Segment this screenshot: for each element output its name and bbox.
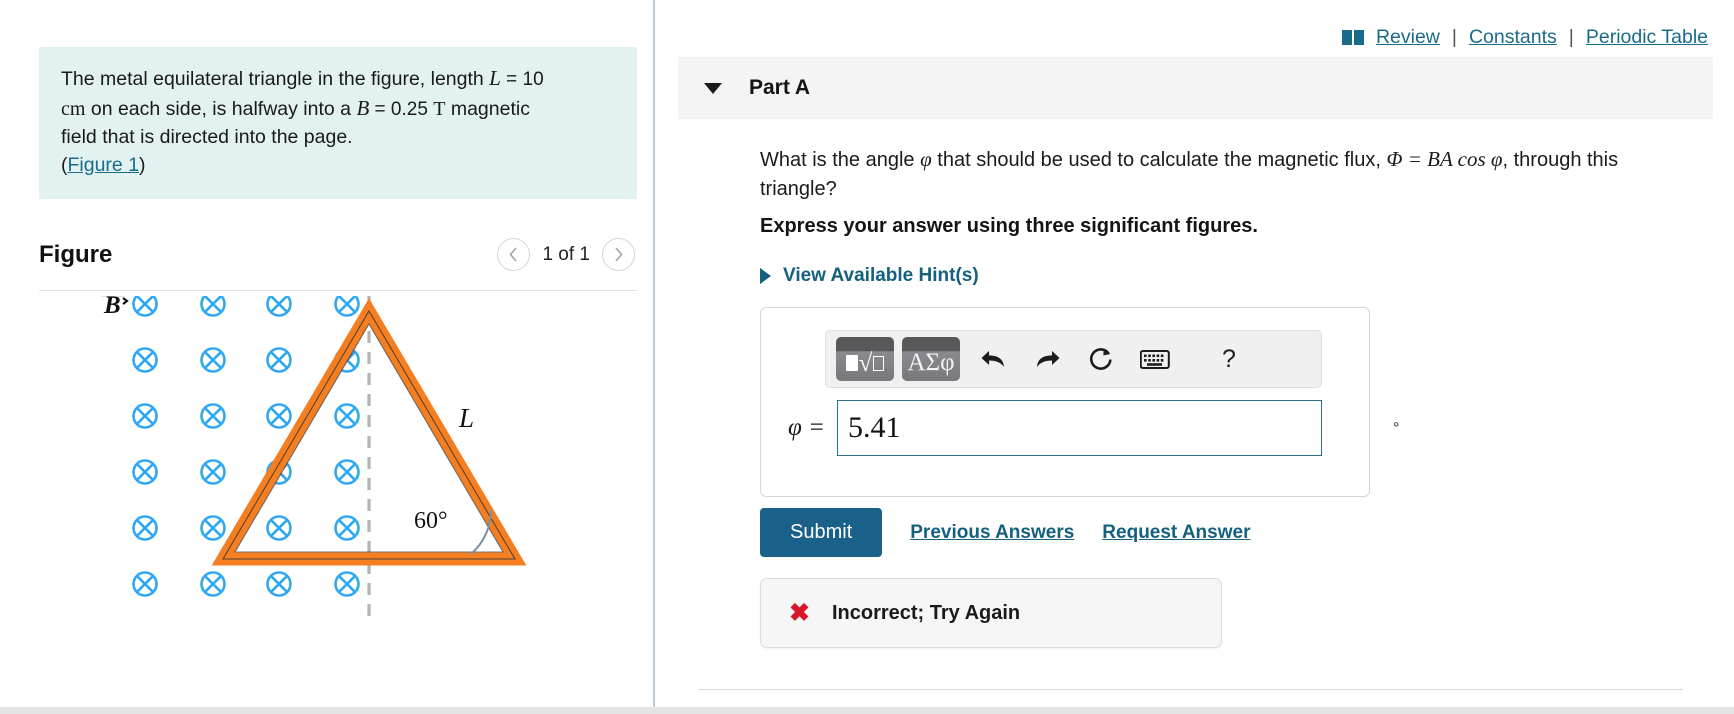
view-hints-toggle[interactable]: View Available Hint(s) bbox=[760, 265, 979, 287]
undo-icon bbox=[981, 351, 1004, 367]
link-separator-1: | bbox=[1451, 26, 1457, 48]
keyboard-button[interactable] bbox=[1128, 337, 1182, 381]
top-resource-links: Review | Constants | Periodic Table bbox=[1341, 26, 1708, 49]
answer-actions: Submit Previous Answers Request Answer bbox=[760, 508, 1250, 557]
bottom-rule bbox=[698, 689, 1683, 690]
figure-1-link[interactable]: Figure 1 bbox=[68, 154, 140, 176]
figure-header: Figure 1 of 1 bbox=[39, 238, 637, 286]
view-hints-label: View Available Hint(s) bbox=[783, 265, 979, 286]
answer-input[interactable] bbox=[837, 400, 1322, 456]
feedback-text: Incorrect; Try Again bbox=[831, 601, 1021, 624]
keyboard-icon bbox=[1140, 349, 1170, 369]
link-separator-2: | bbox=[1568, 26, 1574, 48]
greek-letters-icon: ΑΣφ bbox=[907, 348, 955, 376]
problem-text-line2b: magnetic bbox=[445, 97, 530, 120]
undo-button[interactable] bbox=[966, 337, 1020, 381]
x-cross-icon: ✖ bbox=[789, 598, 810, 627]
figure-divider bbox=[39, 290, 637, 291]
request-answer-link[interactable]: Request Answer bbox=[1102, 522, 1250, 544]
B-value: = 0.25 bbox=[369, 98, 434, 120]
phi-variable-label: φ = bbox=[788, 414, 825, 441]
redo-button[interactable] bbox=[1020, 337, 1074, 381]
book-icon bbox=[1341, 29, 1365, 46]
previous-answers-link[interactable]: Previous Answers bbox=[910, 522, 1074, 544]
magnetic-field-symbol-grid bbox=[132, 291, 360, 597]
part-a-label: Part A bbox=[749, 76, 811, 99]
answer-input-row: φ = bbox=[783, 400, 1322, 456]
review-link[interactable]: Review bbox=[1376, 26, 1440, 49]
L-value: = 10 bbox=[500, 69, 544, 90]
figure-counter: 1 of 1 bbox=[542, 243, 590, 265]
mastering-physics-problem-page: The metal equilateral triangle in the fi… bbox=[0, 0, 1734, 714]
left-pane: The metal equilateral triangle in the fi… bbox=[0, 0, 653, 708]
question-text-a: What is the angle bbox=[760, 149, 921, 171]
question-text: What is the angle φ that should be used … bbox=[760, 144, 1690, 204]
math-template-button[interactable]: √ bbox=[836, 337, 894, 381]
reset-icon bbox=[1089, 348, 1112, 370]
figure-image[interactable]: B L 60° bbox=[39, 268, 637, 656]
figure-title: Figure bbox=[39, 241, 113, 268]
figure-navigation: 1 of 1 bbox=[497, 238, 635, 271]
caret-right-icon bbox=[760, 268, 771, 284]
math-editor-toolbar: √ ΑΣφ ? bbox=[825, 330, 1322, 388]
help-icon: ? bbox=[1222, 344, 1236, 373]
bottom-strip bbox=[0, 707, 1734, 714]
caret-down-icon[interactable] bbox=[704, 82, 722, 94]
constants-link[interactable]: Constants bbox=[1469, 26, 1557, 49]
feedback-banner: ✖ Incorrect; Try Again bbox=[760, 578, 1222, 648]
phi-symbol-inline: φ bbox=[920, 147, 932, 171]
variable-L: L bbox=[489, 66, 501, 90]
flux-formula: Φ = BA cos φ bbox=[1386, 147, 1503, 171]
unit-cm: cm bbox=[61, 97, 86, 120]
help-button[interactable]: ? bbox=[1202, 337, 1256, 381]
submit-button[interactable]: Submit bbox=[760, 508, 883, 557]
side-length-label: L bbox=[458, 403, 474, 433]
math-template-icon: √ bbox=[845, 351, 885, 376]
unit-tesla: T bbox=[433, 97, 446, 120]
problem-text-line1: The metal equilateral triangle in the fi… bbox=[61, 68, 490, 90]
greek-symbols-button[interactable]: ΑΣφ bbox=[902, 337, 960, 381]
chevron-left-icon bbox=[509, 247, 518, 262]
reset-button[interactable] bbox=[1074, 337, 1128, 381]
question-text-b: that should be used to calculate the mag… bbox=[931, 149, 1387, 171]
variable-B: B bbox=[356, 95, 370, 120]
problem-text-line2: on each side, is halfway into a bbox=[85, 97, 357, 120]
figure-prev-button[interactable] bbox=[497, 238, 531, 271]
part-a-header[interactable]: Part A bbox=[678, 57, 1713, 119]
chevron-right-icon bbox=[615, 247, 623, 262]
triangle-in-magnetic-field-diagram: B L 60° bbox=[101, 268, 527, 616]
periodic-table-link[interactable]: Periodic Table bbox=[1586, 26, 1708, 49]
b-field-label: B bbox=[103, 296, 121, 319]
figure-paren-close: ) bbox=[139, 153, 146, 176]
problem-statement: The metal equilateral triangle in the fi… bbox=[39, 47, 637, 200]
problem-text-line3: field that is directed into the page. bbox=[61, 125, 353, 148]
redo-icon bbox=[1036, 351, 1059, 367]
answer-precision-note: Express your answer using three signific… bbox=[760, 215, 1258, 237]
angle-label: 60° bbox=[414, 508, 448, 534]
answer-entry-card: √ ΑΣφ ? φ = 5.41 bbox=[760, 307, 1370, 497]
answer-unit-degrees: ° bbox=[1393, 420, 1400, 437]
figure-next-button[interactable] bbox=[602, 238, 635, 271]
